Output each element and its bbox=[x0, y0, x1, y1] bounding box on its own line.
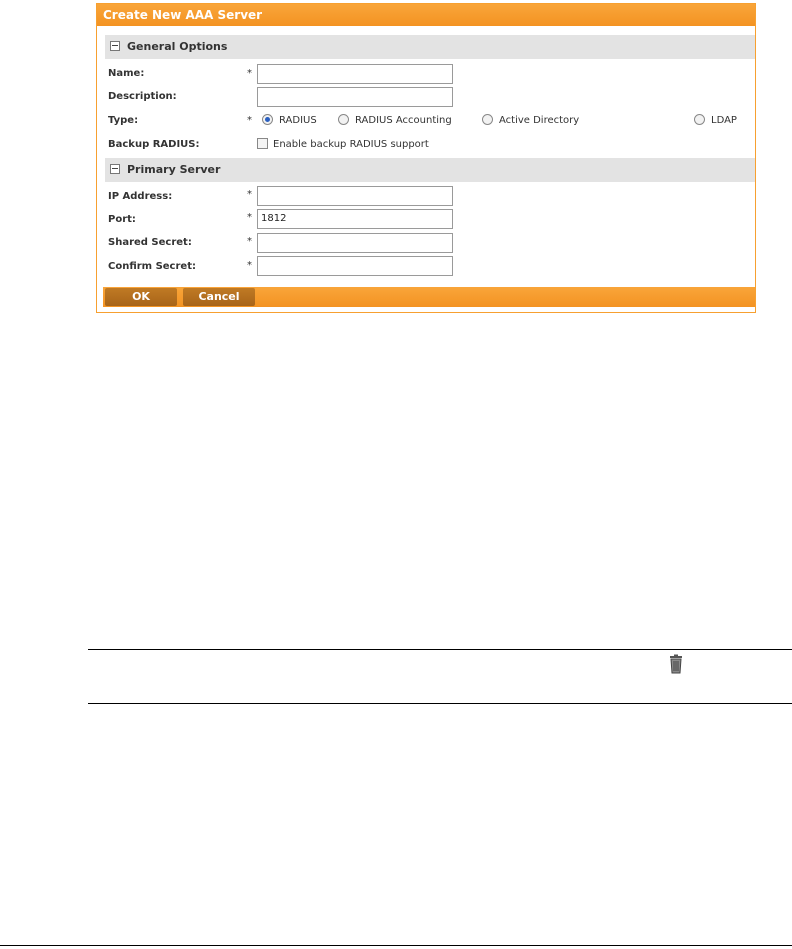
required-mark: * bbox=[247, 212, 252, 223]
radio-icon[interactable] bbox=[338, 113, 349, 125]
backup-radius-checkbox[interactable]: Enable backup RADIUS support bbox=[257, 137, 429, 152]
required-mark: * bbox=[247, 260, 252, 271]
required-mark: * bbox=[247, 236, 252, 247]
collapse-icon[interactable] bbox=[110, 41, 120, 51]
required-mark: * bbox=[247, 68, 252, 79]
name-input[interactable] bbox=[257, 64, 453, 84]
radio-icon[interactable] bbox=[482, 113, 493, 125]
general-options-label: General Options bbox=[127, 40, 228, 53]
general-options-header[interactable]: General Options bbox=[105, 35, 755, 59]
page-bottom-rule bbox=[0, 945, 792, 946]
port-input[interactable]: 1812 bbox=[257, 209, 453, 229]
cancel-button[interactable]: Cancel bbox=[183, 288, 255, 306]
type-label: Type: bbox=[108, 115, 139, 126]
type-active-directory-label: Active Directory bbox=[499, 115, 580, 126]
confirm-secret-input[interactable] bbox=[257, 256, 453, 276]
primary-server-header[interactable]: Primary Server bbox=[105, 158, 755, 182]
type-radius-accounting-label: RADIUS Accounting bbox=[355, 115, 452, 126]
shared-secret-input[interactable] bbox=[257, 233, 453, 253]
create-aaa-server-dialog: Create New AAA Server General Options Na… bbox=[96, 3, 756, 313]
radio-selected-icon[interactable] bbox=[262, 113, 273, 125]
checkbox-icon[interactable] bbox=[257, 137, 268, 149]
table-bottom-rule bbox=[88, 703, 792, 704]
dialog-title: Create New AAA Server bbox=[97, 4, 755, 26]
required-mark: * bbox=[247, 189, 252, 200]
radio-icon[interactable] bbox=[694, 113, 705, 125]
type-radius-label: RADIUS bbox=[279, 115, 317, 126]
dialog-footer: OK Cancel bbox=[103, 287, 755, 307]
description-input[interactable] bbox=[257, 87, 453, 107]
ip-address-input[interactable] bbox=[257, 186, 453, 206]
primary-server-label: Primary Server bbox=[127, 163, 221, 176]
collapse-icon[interactable] bbox=[110, 164, 120, 174]
ok-button[interactable]: OK bbox=[105, 288, 177, 306]
confirm-secret-label: Confirm Secret: bbox=[108, 261, 196, 272]
ip-address-label: IP Address: bbox=[108, 191, 173, 202]
type-ldap-label: LDAP bbox=[711, 115, 737, 126]
backup-radius-checkbox-label: Enable backup RADIUS support bbox=[273, 139, 429, 150]
type-radio-radius-accounting[interactable]: RADIUS Accounting bbox=[338, 113, 452, 128]
shared-secret-label: Shared Secret: bbox=[108, 237, 192, 248]
type-radio-radius[interactable]: RADIUS bbox=[262, 113, 317, 128]
backup-radius-label: Backup RADIUS: bbox=[108, 139, 200, 150]
table-top-rule bbox=[88, 649, 792, 650]
type-radio-active-directory[interactable]: Active Directory bbox=[482, 113, 580, 128]
type-radio-ldap[interactable]: LDAP bbox=[694, 113, 737, 128]
name-label: Name: bbox=[108, 68, 145, 79]
port-label: Port: bbox=[108, 214, 136, 225]
required-mark: * bbox=[247, 115, 252, 126]
trash-icon[interactable] bbox=[667, 654, 685, 674]
description-label: Description: bbox=[108, 91, 177, 102]
